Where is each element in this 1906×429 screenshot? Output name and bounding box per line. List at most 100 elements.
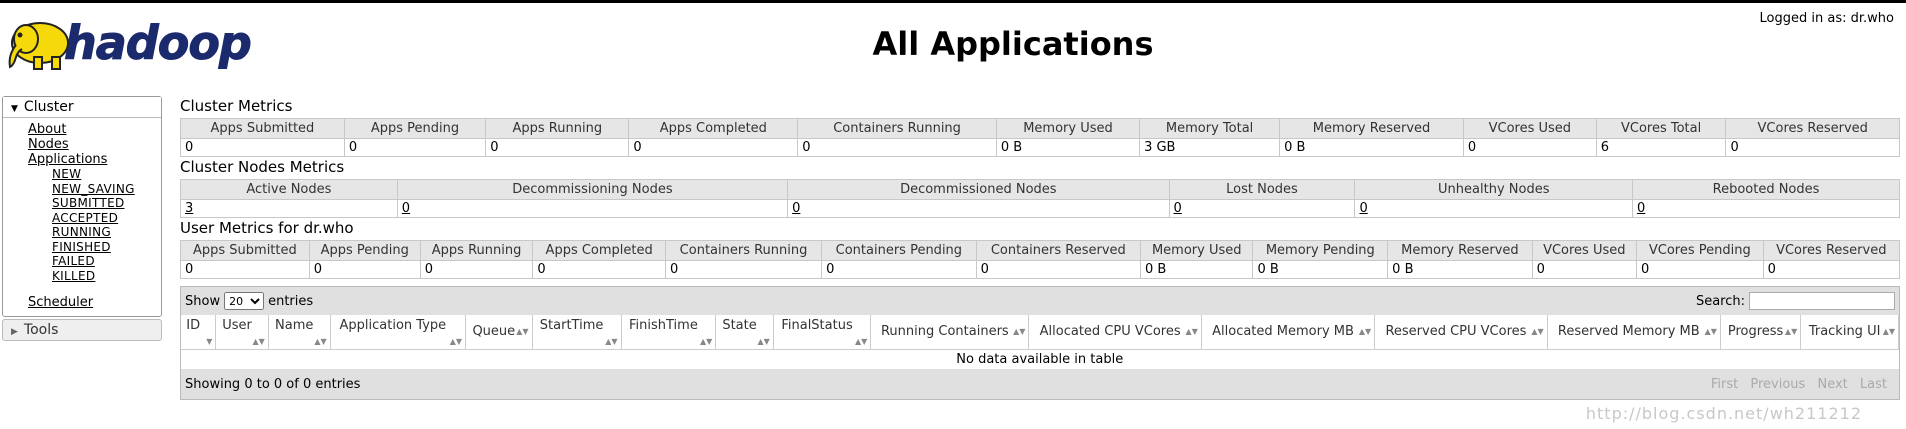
sidebar-item-nodes[interactable]: Nodes [28, 137, 161, 152]
metric-value-link[interactable]: 3 [185, 201, 193, 216]
column-header-label: Running Containers [880, 324, 1009, 340]
metric-value-cell: 0 [1762, 260, 1901, 279]
column-header[interactable]: Application Type ▲▼ [330, 315, 467, 350]
metric-value-cell: 0 [1168, 199, 1356, 218]
metric-value-cell: 0 B [995, 138, 1141, 157]
metric-value-link[interactable]: 0 [402, 201, 410, 216]
column-header[interactable]: Name ▲▼ [268, 315, 331, 350]
sidebar-item-applications[interactable]: Applications [28, 152, 161, 167]
sort-icon: ▲▼ [1704, 327, 1717, 336]
column-header[interactable]: State ▲▼ [715, 315, 774, 350]
sort-icon: ▲▼ [1882, 327, 1895, 336]
state-link-failed[interactable]: FAILED [52, 254, 161, 269]
sort-icon: ▲▼ [314, 337, 327, 346]
state-link-running[interactable]: RUNNING [52, 225, 161, 240]
cluster-nav-header[interactable]: ▼ Cluster [3, 97, 161, 118]
metric-value-cell: 0 [797, 138, 997, 157]
applications-table: ID ▼ User ▲▼ Name ▲▼ Application Type ▲▼ Queue ▲▼… [181, 315, 1899, 369]
state-link-finished[interactable]: FINISHED [52, 240, 161, 255]
sort-icon: ▲▼ [1531, 327, 1544, 336]
metric-value-cell: 0 B [1279, 138, 1464, 157]
column-header[interactable]: FinalStatus ▲▼ [773, 315, 872, 350]
sort-icon: ▲▼ [449, 337, 463, 346]
metric-header: VCores Total [1595, 118, 1727, 139]
page-size-select[interactable]: 20 [224, 292, 265, 310]
pager-previous[interactable]: Previous [1750, 377, 1805, 392]
column-header-label: Tracking UI [1808, 324, 1881, 340]
metric-value-cell: 0 [821, 260, 977, 279]
column-header[interactable]: Reserved CPU VCores ▲▼ [1374, 315, 1548, 350]
metric-value-cell: 0 [787, 199, 1170, 218]
pagination: First Previous Next Last [1703, 377, 1887, 392]
tools-nav-header[interactable]: ▶ Tools [2, 319, 162, 341]
column-header-label: Progress [1727, 324, 1784, 340]
pager-first[interactable]: First [1711, 377, 1738, 392]
metric-header: Apps Submitted [180, 240, 310, 261]
sort-icon: ▲▼ [605, 337, 618, 346]
metric-header: Decommissioned Nodes [787, 179, 1170, 200]
node-metrics-table: Active Nodes Decommissioning Nodes Decommi… [180, 179, 1900, 218]
metric-value-cell: 0 [485, 138, 630, 157]
sort-icon: ▲▼ [1784, 327, 1798, 336]
sort-icon: ▲▼ [1358, 327, 1372, 336]
state-link-killed[interactable]: KILLED [52, 269, 161, 284]
metric-value-link[interactable]: 0 [792, 201, 800, 216]
column-header-label: StartTime [539, 318, 604, 333]
sort-icon: ▲▼ [252, 337, 265, 346]
state-link-accepted[interactable]: ACCEPTED [52, 211, 161, 226]
metric-value-link[interactable]: 0 [1359, 201, 1367, 216]
sidebar: ▼ Cluster About Nodes Applications NEW NE… [2, 96, 162, 341]
metric-header: Lost Nodes [1168, 179, 1356, 200]
column-header[interactable]: Tracking UI ▲▼ [1800, 315, 1899, 350]
main-content: Cluster Metrics Apps Submitted Apps Pendi… [180, 96, 1904, 400]
entries-label: entries [268, 293, 314, 309]
column-header[interactable]: Allocated CPU VCores ▲▼ [1028, 315, 1202, 350]
metric-header: Memory Used [1139, 240, 1254, 261]
metric-header: Apps Pending [308, 240, 421, 261]
column-header[interactable]: FinishTime ▲▼ [621, 315, 717, 350]
tools-label: Tools [23, 322, 59, 338]
metric-value-cell: 0 [308, 260, 421, 279]
column-header-label: Name [275, 318, 314, 333]
metric-value-cell: 0 [1462, 138, 1597, 157]
column-header[interactable]: Allocated Memory MB ▲▼ [1201, 315, 1376, 350]
metric-header: Rebooted Nodes [1632, 179, 1900, 200]
column-header[interactable]: Running Containers ▲▼ [870, 315, 1030, 350]
metric-value-cell: 0 B [1139, 260, 1254, 279]
metric-value-cell: 6 [1595, 138, 1727, 157]
metric-header: Memory Used [995, 118, 1141, 139]
column-header[interactable]: User ▲▼ [215, 315, 269, 350]
metric-value-link[interactable]: 0 [1174, 201, 1182, 216]
search-box: Search: [1696, 292, 1895, 310]
metric-header: Memory Reserved [1387, 240, 1533, 261]
sidebar-item-scheduler[interactable]: Scheduler [28, 295, 161, 310]
pager-next[interactable]: Next [1817, 377, 1847, 392]
metric-value-cell: 0 [419, 260, 534, 279]
metric-value-cell: 0 [1636, 260, 1764, 279]
user-metrics-title: User Metrics for dr.who [180, 219, 354, 237]
metric-header: Apps Running [419, 240, 534, 261]
state-link-new-saving[interactable]: NEW_SAVING [52, 182, 161, 197]
column-header[interactable]: StartTime ▲▼ [532, 315, 622, 350]
metric-header: VCores Reserved [1725, 118, 1900, 139]
column-header[interactable]: Queue ▲▼ [465, 315, 533, 350]
node-metrics-title: Cluster Nodes Metrics [180, 158, 345, 176]
sidebar-item-about[interactable]: About [28, 122, 161, 137]
column-header[interactable]: Progress ▲▼ [1720, 315, 1802, 350]
pager-last[interactable]: Last [1860, 377, 1887, 392]
column-header-label: Reserved CPU VCores [1385, 324, 1527, 340]
metric-value-cell: 0 [1725, 138, 1900, 157]
cluster-metrics-title: Cluster Metrics [180, 97, 293, 115]
column-header[interactable]: Reserved Memory MB ▲▼ [1547, 315, 1721, 350]
metric-value-link[interactable]: 0 [1637, 201, 1645, 216]
metric-header: Apps Completed [628, 118, 799, 139]
search-label: Search: [1695, 293, 1745, 309]
metric-header: Containers Reserved [975, 240, 1141, 261]
state-link-new[interactable]: NEW [52, 167, 161, 182]
state-link-submitted[interactable]: SUBMITTED [52, 196, 161, 211]
metric-header: VCores Used [1531, 240, 1638, 261]
search-input[interactable] [1749, 292, 1895, 310]
cluster-label: Cluster [23, 99, 74, 115]
column-header[interactable]: ID ▼ [181, 315, 217, 350]
metric-value-cell: 0 [1632, 199, 1900, 218]
